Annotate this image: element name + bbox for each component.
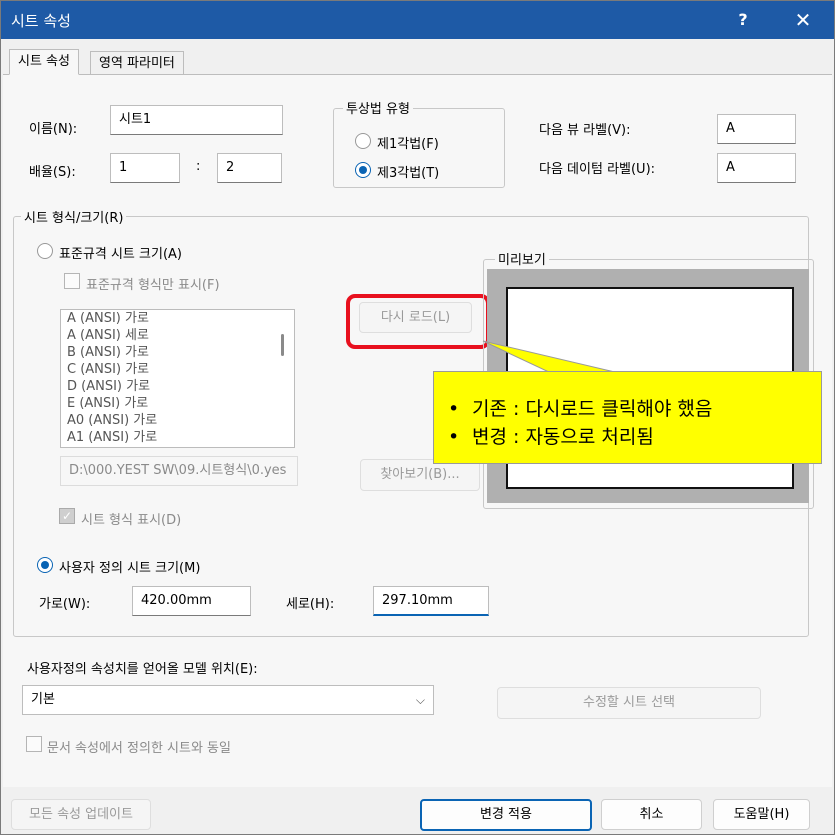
callout-line-1: • 기존 : 다시로드 클릭해야 했음 xyxy=(448,398,713,420)
update-all-button[interactable]: 모든 속성 업데이트 xyxy=(11,799,151,830)
same-as-document-checkbox[interactable] xyxy=(26,736,42,752)
sheet-format-title: 시트 형식/크기(R) xyxy=(21,207,127,226)
width-field[interactable]: 420.00mm xyxy=(132,586,251,616)
callout-line-2: • 변경 : 자동으로 처리됨 xyxy=(448,426,654,448)
apply-button[interactable]: 변경 적용 xyxy=(420,799,592,831)
height-field[interactable]: 297.10mm xyxy=(373,586,489,616)
preview-title: 미리보기 xyxy=(495,249,549,268)
custom-size-radio[interactable] xyxy=(37,557,53,573)
next-view-field[interactable]: A xyxy=(717,114,796,144)
width-label: 가로(W): xyxy=(39,597,91,612)
sheet-format-path-field[interactable]: D:\000.YEST SW\09.시트형식\0.yes xyxy=(60,456,298,486)
third-angle-label: 제3각법(T) xyxy=(377,166,440,181)
window-title: 시트 속성 xyxy=(11,12,71,30)
tab-zone-parameters[interactable]: 영역 파라미터 xyxy=(90,51,184,75)
tab-sheet-properties[interactable]: 시트 속성 xyxy=(9,49,79,75)
model-location-combo[interactable]: 기본 ⌵ xyxy=(22,685,434,715)
same-as-document-label: 문서 속성에서 정의한 시트와 동일 xyxy=(47,741,231,756)
list-item[interactable]: A1 (ANSI) 가로 xyxy=(61,429,294,446)
model-location-label: 사용자정의 속성치를 얻어올 모델 위치(E): xyxy=(27,662,258,677)
first-angle-label: 제1각법(F) xyxy=(377,137,439,152)
reload-highlight-box xyxy=(346,294,490,349)
list-item[interactable]: A (ANSI) 세로 xyxy=(61,327,294,344)
standard-only-label: 표준규격 형식만 표시(F) xyxy=(86,278,220,293)
projection-type-title: 투상법 유형 xyxy=(343,98,413,117)
help-button[interactable]: 도움말(H) xyxy=(713,799,810,830)
select-modify-sheet-button[interactable]: 수정할 시트 선택 xyxy=(497,687,761,719)
standard-size-radio[interactable] xyxy=(37,243,53,259)
standard-only-checkbox[interactable] xyxy=(64,273,80,289)
custom-size-label: 사용자 정의 시트 크기(M) xyxy=(59,561,201,576)
next-datum-field[interactable]: A xyxy=(717,153,796,183)
name-field[interactable]: 시트1 xyxy=(110,105,283,135)
list-item[interactable]: A (ANSI) 가로 xyxy=(61,310,294,327)
standard-size-label: 표준규격 시트 크기(A) xyxy=(59,247,182,262)
height-label: 세로(H): xyxy=(286,597,335,612)
list-item[interactable]: A0 (ANSI) 가로 xyxy=(61,412,294,429)
list-item[interactable]: C (ANSI) 가로 xyxy=(61,361,294,378)
sheet-properties-dialog: 시트 속성 ? ✕ 시트 속성 영역 파라미터 이름(N): 시트1 배율(S)… xyxy=(0,0,835,835)
display-format-checkbox[interactable]: ✓ xyxy=(59,508,75,524)
callout-pointer xyxy=(482,340,621,375)
cancel-button[interactable]: 취소 xyxy=(601,799,702,830)
list-item[interactable]: E (ANSI) 가로 xyxy=(61,395,294,412)
list-scrollbar[interactable] xyxy=(281,334,284,356)
scale-separator: : xyxy=(196,159,201,174)
display-format-label: 시트 형식 표시(D) xyxy=(81,513,182,528)
scale-label: 배율(S): xyxy=(29,165,76,180)
scale-numerator-field[interactable]: 1 xyxy=(110,153,180,183)
first-angle-radio[interactable] xyxy=(355,133,371,149)
title-bar: 시트 속성 ? ✕ xyxy=(1,1,834,39)
sheet-size-list[interactable]: A (ANSI) 가로 A (ANSI) 세로 B (ANSI) 가로 C (A… xyxy=(60,309,295,448)
next-datum-label: 다음 데이텀 라벨(U): xyxy=(539,162,656,177)
help-icon[interactable]: ? xyxy=(723,3,763,37)
close-icon[interactable]: ✕ xyxy=(781,3,825,37)
third-angle-radio[interactable] xyxy=(355,162,371,178)
next-view-label: 다음 뷰 라벨(V): xyxy=(539,123,631,138)
list-item[interactable]: B (ANSI) 가로 xyxy=(61,344,294,361)
callout-note: • 기존 : 다시로드 클릭해야 했음 • 변경 : 자동으로 처리됨 xyxy=(433,371,822,464)
chevron-down-icon[interactable]: ⌵ xyxy=(416,686,425,714)
scale-denominator-field[interactable]: 2 xyxy=(217,153,282,183)
combo-value: 기본 xyxy=(31,692,55,707)
list-item[interactable]: D (ANSI) 가로 xyxy=(61,378,294,395)
name-label: 이름(N): xyxy=(29,122,78,137)
